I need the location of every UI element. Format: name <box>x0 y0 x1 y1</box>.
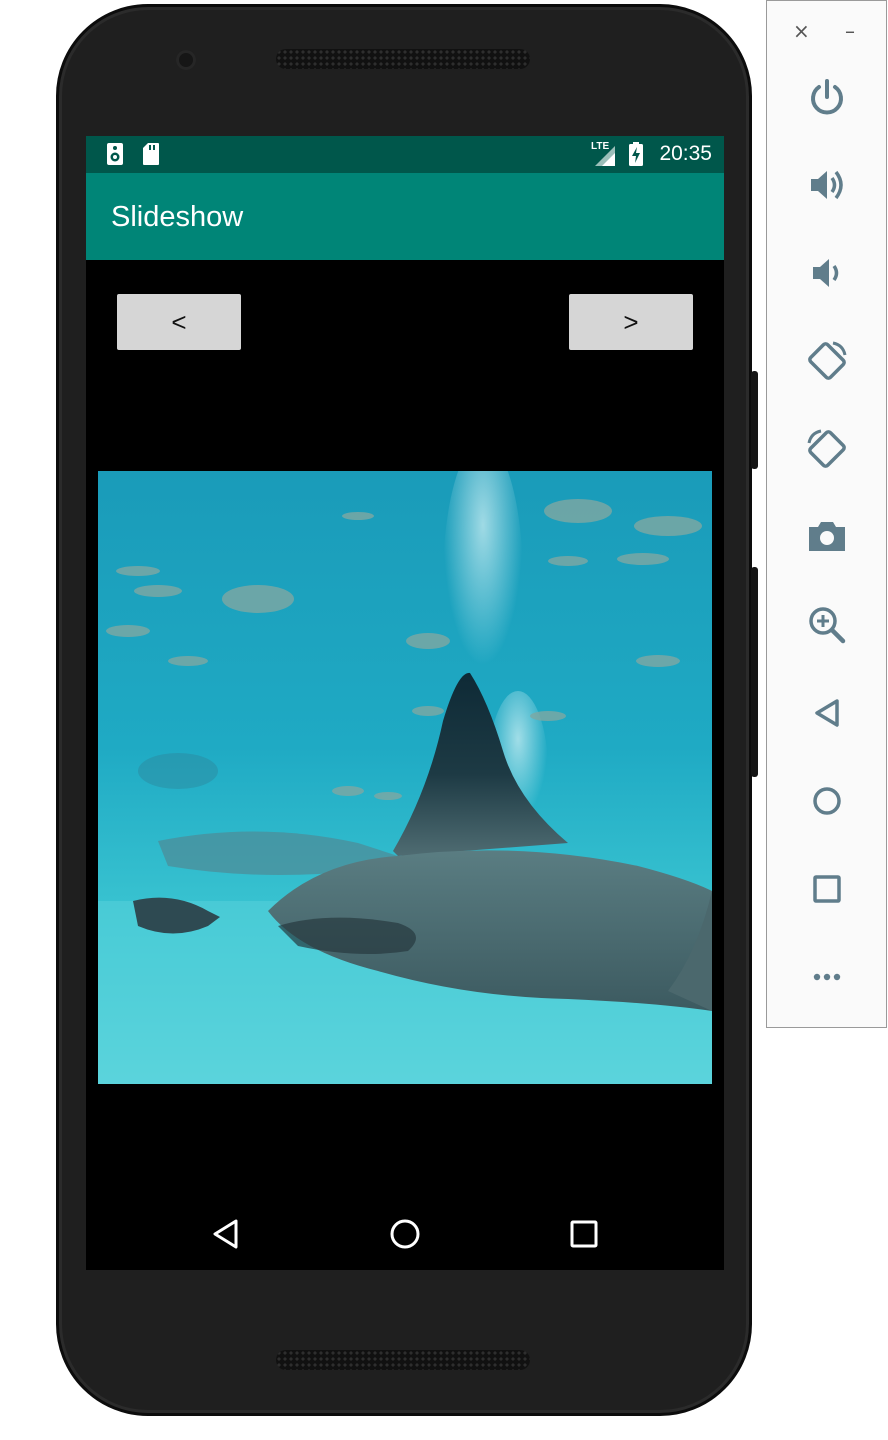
rotate-right-icon[interactable] <box>803 425 851 473</box>
navigation-bar <box>86 1198 724 1270</box>
volume-side-button <box>751 567 758 777</box>
minimize-icon[interactable]: – <box>845 19 855 43</box>
home-icon[interactable] <box>385 1214 425 1254</box>
volume-up-icon[interactable] <box>803 161 851 209</box>
volume-down-icon[interactable] <box>803 249 851 297</box>
signal-icon <box>595 146 615 166</box>
bottom-speaker <box>276 1350 530 1370</box>
slide-image <box>98 471 712 1084</box>
top-speaker <box>276 49 530 69</box>
overview-icon[interactable] <box>803 865 851 913</box>
sd-card-icon <box>143 143 159 165</box>
recents-icon[interactable] <box>564 1214 604 1254</box>
power-side-button <box>751 371 758 469</box>
front-camera <box>176 50 196 70</box>
rotate-left-icon[interactable] <box>803 337 851 385</box>
more-icon[interactable] <box>803 953 851 1001</box>
camera-icon[interactable] <box>803 513 851 561</box>
speaker-icon <box>107 143 123 165</box>
battery-charging-icon <box>629 142 643 166</box>
device-screen: LTE 20:35 Slideshow < > <box>86 136 724 1270</box>
emulator-toolbar: × – <box>766 0 887 1028</box>
previous-button[interactable]: < <box>117 294 241 350</box>
back-icon[interactable] <box>206 1214 246 1254</box>
close-icon[interactable]: × <box>793 19 810 43</box>
status-time: 20:35 <box>659 142 712 165</box>
app-title: Slideshow <box>111 201 244 233</box>
next-button[interactable]: > <box>569 294 693 350</box>
home-icon[interactable] <box>803 777 851 825</box>
app-bar: Slideshow <box>86 173 724 260</box>
power-icon[interactable] <box>803 73 851 121</box>
status-bar: LTE 20:35 <box>86 136 724 173</box>
back-icon[interactable] <box>803 689 851 737</box>
zoom-icon[interactable] <box>803 601 851 649</box>
